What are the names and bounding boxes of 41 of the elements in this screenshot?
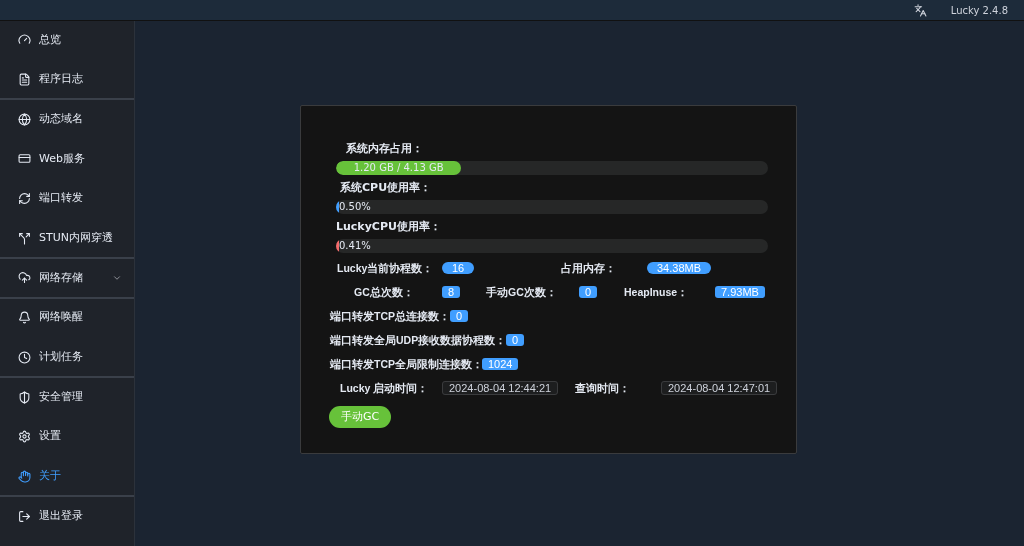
count-badge: 34.38MB (647, 262, 712, 275)
language-icon[interactable] (913, 3, 927, 17)
sidebar-item[interactable]: 网络存储 (0, 259, 134, 299)
sidebar-item[interactable]: 关于 (0, 457, 134, 498)
sidebar-item[interactable]: 动态域名 (0, 100, 134, 141)
stat-label: 查询时间： (575, 381, 631, 397)
sidebar-item[interactable]: STUN内网穿透 (0, 219, 134, 260)
count-badge: 16 (442, 262, 475, 275)
meter-label: 系统CPU使用率： (339, 180, 433, 196)
stat-label: Lucky当前协程数： (337, 261, 435, 277)
progress-reading: 1.20 GB / 4.13 GB (352, 161, 445, 175)
count-badge: 8 (442, 286, 461, 299)
stat-label: 端口转发TCP全局限制连接数： (330, 357, 482, 373)
sidebar-item[interactable]: 退出登录 (0, 497, 134, 537)
meter-label: LuckyCPU使用率： (336, 219, 442, 235)
time-value: 2024-08-04 12:44:21 (442, 381, 559, 396)
stat-label: GC总次数： (354, 285, 415, 301)
sidebar-item[interactable]: 网络唤醒 (0, 298, 134, 339)
stat-label: Lucky 启动时间： (340, 381, 430, 397)
progress-reading: 0.50% (339, 200, 371, 214)
stat-label: 端口转发TCP总连接数： (330, 309, 450, 325)
sidebar-item[interactable]: 安全管理 (0, 378, 134, 418)
sidebar-item[interactable]: 总览 (0, 21, 134, 61)
sidebar-item[interactable]: 端口转发 (0, 179, 134, 220)
sidebar-item[interactable]: 设置 (0, 417, 134, 458)
stat-label: HeapInuse： (624, 285, 690, 301)
stat-label: 端口转发全局UDP接收数据协程数： (330, 333, 506, 349)
time-value: 2024-08-04 12:47:01 (661, 381, 778, 396)
app-version: Lucky 2.4.8 (950, 3, 1008, 18)
sidebar-item[interactable]: 计划任务 (0, 338, 134, 379)
count-badge: 0 (450, 310, 469, 323)
stat-label: 占用内存： (561, 261, 617, 277)
meter-label: 系统内存占用： (345, 141, 424, 157)
count-badge: 0 (506, 334, 525, 347)
count-badge: 1024 (482, 358, 519, 371)
progress-reading: 0.41% (339, 239, 371, 253)
stat-label: 手动GC次数： (486, 285, 558, 301)
sidebar-item[interactable]: 程序日志 (0, 60, 134, 101)
sidebar-item[interactable]: Web服务 (0, 140, 134, 180)
count-badge: 7.93MB (715, 286, 765, 299)
count-badge: 0 (579, 286, 598, 299)
